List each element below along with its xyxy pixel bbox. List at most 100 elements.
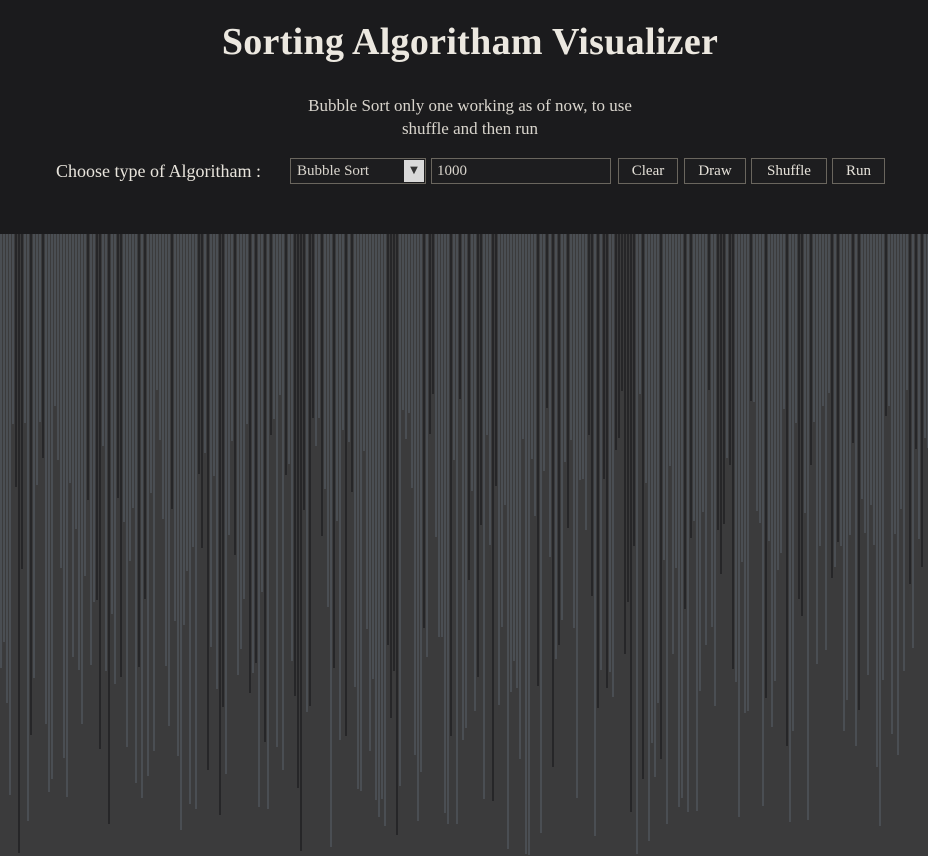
sort-bar bbox=[834, 234, 836, 567]
sort-bar bbox=[849, 234, 851, 535]
sort-bar bbox=[174, 234, 176, 621]
sort-bar bbox=[213, 234, 215, 476]
sort-bar bbox=[702, 234, 704, 512]
sort-bar bbox=[450, 234, 452, 736]
sort-bar bbox=[201, 234, 203, 548]
sort-bar bbox=[246, 234, 248, 424]
sort-bar bbox=[408, 234, 410, 413]
sort-bar bbox=[855, 234, 857, 746]
sort-bar bbox=[786, 234, 788, 746]
sort-bar bbox=[558, 234, 560, 645]
sort-bar bbox=[909, 234, 911, 584]
sort-bar bbox=[423, 234, 425, 628]
sort-bar bbox=[618, 234, 620, 438]
subtitle-line-2: shuffle and then run bbox=[401, 119, 539, 138]
sort-bar bbox=[744, 234, 746, 713]
sort-bar bbox=[762, 234, 764, 806]
sort-bar bbox=[198, 234, 200, 474]
sort-bar bbox=[552, 234, 554, 767]
sort-bar bbox=[528, 234, 530, 855]
sort-bar bbox=[813, 234, 815, 422]
sort-bar bbox=[801, 234, 803, 616]
sort-bar bbox=[561, 234, 563, 620]
sort-bar bbox=[720, 234, 722, 574]
sort-bar bbox=[126, 234, 128, 747]
sort-bar bbox=[570, 234, 572, 440]
sort-bar bbox=[459, 234, 461, 399]
sort-bar bbox=[573, 234, 575, 628]
sort-bar bbox=[300, 234, 302, 851]
sort-bar bbox=[291, 234, 293, 661]
sort-bar bbox=[333, 234, 335, 668]
sort-bar bbox=[705, 234, 707, 645]
sort-bar bbox=[84, 234, 86, 576]
sort-bar bbox=[750, 234, 752, 401]
sort-bar bbox=[912, 234, 914, 648]
sort-bar bbox=[135, 234, 137, 783]
chevron-down-icon[interactable]: ▼ bbox=[404, 160, 424, 182]
sort-bar bbox=[240, 234, 242, 649]
sort-bar bbox=[453, 234, 455, 460]
sort-bar bbox=[924, 234, 926, 438]
sort-bar bbox=[510, 234, 512, 692]
sort-bar bbox=[489, 234, 491, 545]
sort-bar bbox=[858, 234, 860, 710]
sort-bar bbox=[717, 234, 719, 530]
sort-bar bbox=[225, 234, 227, 774]
sort-bar bbox=[504, 234, 506, 505]
sort-bar bbox=[651, 234, 653, 743]
sort-bar bbox=[195, 234, 197, 809]
sort-bar bbox=[444, 234, 446, 813]
sort-bar bbox=[321, 234, 323, 536]
sort-bar bbox=[192, 234, 194, 547]
sort-bar bbox=[921, 234, 923, 567]
sort-bar bbox=[438, 234, 440, 637]
sort-bar bbox=[402, 234, 404, 410]
subtitle-line-1: Bubble Sort only one working as of now, … bbox=[308, 96, 632, 115]
run-button[interactable]: Run bbox=[832, 158, 885, 184]
sort-bar bbox=[237, 234, 239, 675]
algorithm-select[interactable]: Bubble Sort ▼ bbox=[290, 158, 426, 184]
sort-bar bbox=[918, 234, 920, 539]
sort-bar bbox=[645, 234, 647, 483]
sort-bar bbox=[324, 234, 326, 489]
sort-bar bbox=[675, 234, 677, 568]
sort-bar bbox=[141, 234, 143, 798]
sort-bar bbox=[576, 234, 578, 798]
sort-bar bbox=[639, 234, 641, 394]
sort-bar bbox=[741, 234, 743, 562]
sort-bar bbox=[606, 234, 608, 688]
sort-bar bbox=[525, 234, 527, 854]
sort-bar bbox=[399, 234, 401, 786]
sort-bar bbox=[435, 234, 437, 537]
sort-bar bbox=[147, 234, 149, 776]
sort-bar bbox=[882, 234, 884, 680]
sort-bar bbox=[105, 234, 107, 671]
sort-bar bbox=[492, 234, 494, 801]
sort-bar bbox=[378, 234, 380, 817]
sort-bar bbox=[519, 234, 521, 759]
draw-button[interactable]: Draw bbox=[684, 158, 746, 184]
sort-bar bbox=[732, 234, 734, 669]
sort-bar bbox=[597, 234, 599, 708]
shuffle-button[interactable]: Shuffle bbox=[751, 158, 827, 184]
count-input[interactable] bbox=[431, 158, 611, 184]
sort-bar bbox=[123, 234, 125, 522]
sort-bar bbox=[159, 234, 161, 440]
sort-bar bbox=[384, 234, 386, 826]
sort-bar bbox=[888, 234, 890, 406]
sort-bar bbox=[276, 234, 278, 747]
sort-bar bbox=[93, 234, 95, 602]
clear-button[interactable]: Clear bbox=[618, 158, 678, 184]
sort-bar bbox=[567, 234, 569, 528]
sort-bar bbox=[642, 234, 644, 779]
sort-bar bbox=[753, 234, 755, 402]
sort-bar bbox=[825, 234, 827, 650]
sort-bar bbox=[327, 234, 329, 607]
sort-bar bbox=[426, 234, 428, 657]
sort-bar bbox=[165, 234, 167, 666]
sort-bar bbox=[465, 234, 467, 728]
sort-bar bbox=[207, 234, 209, 770]
sort-bar bbox=[540, 234, 542, 833]
sort-bar bbox=[708, 234, 710, 390]
